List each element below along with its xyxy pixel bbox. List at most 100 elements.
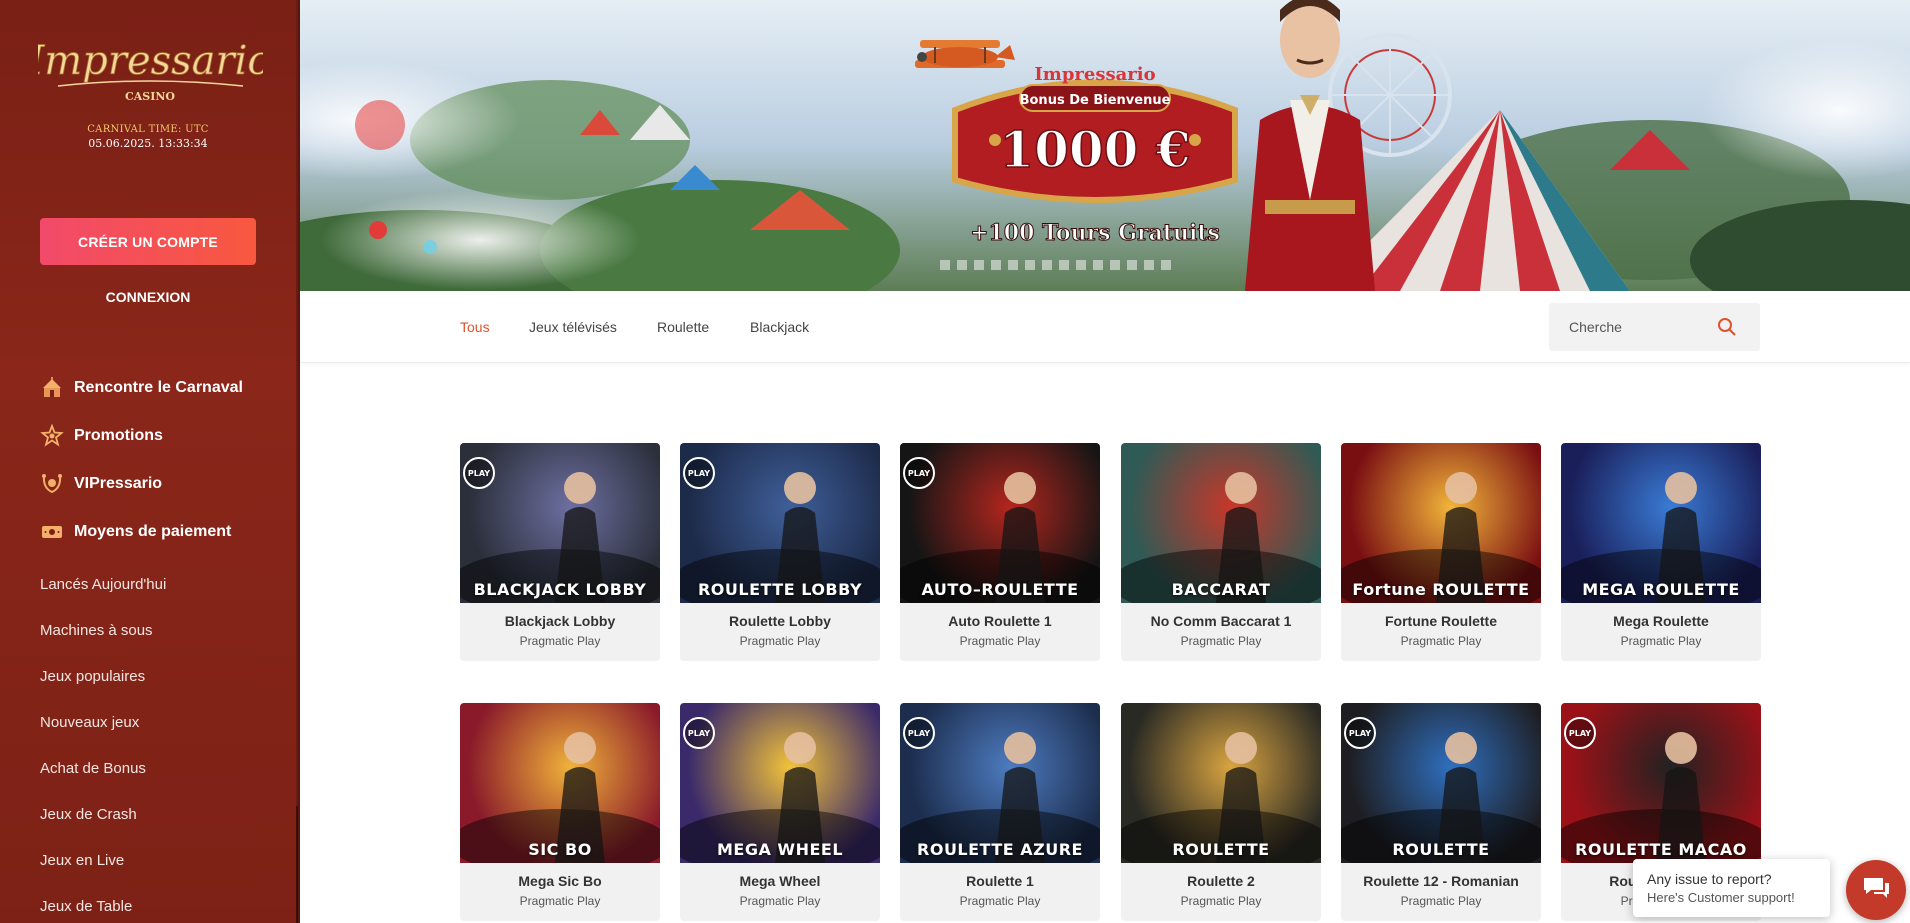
sidebar-item-label: Moyens de paiement xyxy=(74,523,232,540)
game-card[interactable]: PLAY MEGA WHEEL Mega Wheel Pragmatic Play xyxy=(680,703,880,921)
banner-artwork: Impressario Bonus De Bienvenue 1000 € +1… xyxy=(300,0,1910,291)
game-provider: Pragmatic Play xyxy=(739,894,821,908)
search-icon[interactable] xyxy=(1717,317,1737,342)
game-name[interactable]: Mega Wheel xyxy=(680,873,880,889)
game-card[interactable]: PLAY BLACKJACK LOBBY Blackjack Lobby Pragma… xyxy=(460,443,660,661)
game-thumbnail[interactable]: PLAY MEGA WHEEL xyxy=(680,703,880,863)
game-thumbnail[interactable]: PLAY ROULETTE MACAO xyxy=(1561,703,1761,863)
game-artwork xyxy=(1121,732,1321,863)
banner-amount: 1000 € xyxy=(999,120,1190,179)
game-thumbnail-title: ROULETTE xyxy=(1172,840,1270,859)
category-tabs-bar: Tous Jeux télévisés Roulette Blackjack xyxy=(300,291,1910,363)
game-thumbnail[interactable]: BACCARAT xyxy=(1121,443,1321,603)
game-name[interactable]: Mega Roulette xyxy=(1561,613,1761,629)
game-thumbnail[interactable]: Fortune ROULETTE xyxy=(1341,443,1541,603)
sidebar-item-table-games[interactable]: Jeux de Table xyxy=(40,883,280,923)
game-card[interactable]: PLAY ROULETTE LOBBY Roulette Lobby Pragmati… xyxy=(680,443,880,661)
impressario-logo[interactable]: Impressario CASINO xyxy=(38,28,263,106)
star-badge-icon xyxy=(40,424,64,448)
sidebar-item-crash-games[interactable]: Jeux de Crash xyxy=(40,791,280,837)
sidebar-item-carnaval[interactable]: Rencontre le Carnaval xyxy=(40,364,280,412)
banner-extra: +100 Tours Gratuits xyxy=(970,220,1220,246)
sidebar-item-live-games[interactable]: Jeux en Live xyxy=(40,837,280,883)
game-artwork xyxy=(1561,472,1761,603)
game-thumbnail[interactable]: PLAY ROULETTE AZURE xyxy=(900,703,1100,863)
game-thumbnail-title: ROULETTE xyxy=(1392,840,1490,859)
game-name[interactable]: No Comm Baccarat 1 xyxy=(1121,613,1321,629)
game-thumbnail-title: BACCARAT xyxy=(1171,580,1271,599)
game-thumbnail[interactable]: PLAY ROULETTE xyxy=(1341,703,1541,863)
clock-time: 05.06.2025. 13:33:34 xyxy=(88,137,208,150)
sidebar-item-bonus-buy[interactable]: Achat de Bonus xyxy=(40,745,280,791)
game-thumbnail-title: MEGA WHEEL xyxy=(716,840,844,859)
game-card[interactable]: ROULETTE Roulette 2 Pragmatic Play xyxy=(1121,703,1321,921)
game-provider: Pragmatic Play xyxy=(1180,894,1262,908)
game-card[interactable]: PLAY ROULETTE AZURE Roulette 1 Pragmatic Pl… xyxy=(900,703,1100,921)
sidebar-item-slots[interactable]: Machines à sous xyxy=(40,607,280,653)
game-name[interactable]: Mega Sic Bo xyxy=(460,873,660,889)
sidebar-item-payment[interactable]: Moyens de paiement xyxy=(40,508,280,556)
game-thumbnail-title: ROULETTE MACAO xyxy=(1575,840,1747,859)
search-input[interactable] xyxy=(1549,303,1709,351)
support-line-1: Any issue to report? xyxy=(1647,871,1772,887)
game-thumbnail[interactable]: SIC BO xyxy=(460,703,660,863)
create-account-button[interactable]: CRÉER UN COMPTE xyxy=(40,218,256,265)
support-bubble[interactable]: Any issue to report? Here's Customer sup… xyxy=(1633,859,1830,917)
game-provider: Pragmatic Play xyxy=(1400,894,1482,908)
promo-banner[interactable]: Impressario Bonus De Bienvenue 1000 € +1… xyxy=(300,0,1910,291)
game-thumbnail[interactable]: ROULETTE xyxy=(1121,703,1321,863)
game-thumbnail[interactable]: PLAY AUTO–ROULETTE xyxy=(900,443,1100,603)
game-thumbnail[interactable]: PLAY BLACKJACK LOBBY xyxy=(460,443,660,603)
svg-text:Impressario: Impressario xyxy=(38,38,263,84)
play-badge-icon: PLAY xyxy=(1344,717,1376,749)
play-badge-icon: PLAY xyxy=(683,457,715,489)
sidebar-item-label: Promotions xyxy=(74,427,163,444)
tab-jeux-televises[interactable]: Jeux télévisés xyxy=(529,319,617,335)
game-name[interactable]: Blackjack Lobby xyxy=(460,613,660,629)
sidebar-item-popular[interactable]: Jeux populaires xyxy=(40,653,280,699)
game-thumbnail[interactable]: MEGA ROULETTE xyxy=(1561,443,1761,603)
game-thumbnail-title: ROULETTE LOBBY xyxy=(697,580,863,599)
game-provider: Pragmatic Play xyxy=(519,894,601,908)
banner-brand: Impressario xyxy=(1034,64,1155,85)
clock-label: CARNIVAL TIME: UTC xyxy=(87,124,209,135)
game-thumbnail-title: Fortune ROULETTE xyxy=(1352,580,1530,599)
login-link[interactable]: CONNEXION xyxy=(40,289,256,305)
game-thumbnail-title: ROULETTE AZURE xyxy=(917,840,1083,859)
game-card[interactable]: Fortune ROULETTE Fortune Roulette Pragmati… xyxy=(1341,443,1541,661)
sidebar-item-new-games[interactable]: Nouveaux jeux xyxy=(40,699,280,745)
game-provider: Pragmatic Play xyxy=(519,634,601,648)
support-line-2: Here's Customer support! xyxy=(1647,890,1795,905)
game-card[interactable]: SIC BO Mega Sic Bo Pragmatic Play xyxy=(460,703,660,921)
game-thumbnail[interactable]: PLAY ROULETTE LOBBY xyxy=(680,443,880,603)
tab-blackjack[interactable]: Blackjack xyxy=(750,319,809,335)
game-name[interactable]: Roulette 2 xyxy=(1121,873,1321,889)
game-card[interactable]: PLAY ROULETTE Roulette 12 - Romanian Pragma… xyxy=(1341,703,1541,921)
play-badge-icon: PLAY xyxy=(903,717,935,749)
game-thumbnail-title: AUTO–ROULETTE xyxy=(921,580,1079,599)
game-name[interactable]: Roulette 1 xyxy=(900,873,1100,889)
game-provider: Pragmatic Play xyxy=(1620,634,1702,648)
banner-ribbon: Bonus De Bienvenue xyxy=(1020,93,1171,108)
tab-roulette[interactable]: Roulette xyxy=(657,319,709,335)
sidebar-item-promotions[interactable]: Promotions xyxy=(40,412,280,460)
tab-tous[interactable]: Tous xyxy=(460,319,490,335)
game-name[interactable]: Auto Roulette 1 xyxy=(900,613,1100,629)
game-artwork xyxy=(1121,472,1321,603)
game-provider: Pragmatic Play xyxy=(739,634,821,648)
game-name[interactable]: Fortune Roulette xyxy=(1341,613,1541,629)
play-badge-icon: PLAY xyxy=(683,717,715,749)
game-card[interactable]: MEGA ROULETTE Mega Roulette Pragmatic Play xyxy=(1561,443,1761,661)
sidebar-item-label: VIPressario xyxy=(74,475,163,492)
sidebar-item-launched-today[interactable]: Lancés Aujourd'hui xyxy=(40,561,280,607)
game-card[interactable]: BACCARAT No Comm Baccarat 1 Pragmatic Play xyxy=(1121,443,1321,661)
cash-icon xyxy=(40,520,64,544)
game-card[interactable]: PLAY AUTO–ROULETTE Auto Roulette 1 Pragmati… xyxy=(900,443,1100,661)
tent-icon xyxy=(40,376,64,400)
sidebar-item-vip[interactable]: VIPressario xyxy=(40,460,280,508)
sidebar-scrollbar-thumb[interactable] xyxy=(296,806,298,923)
chat-button[interactable] xyxy=(1846,860,1906,920)
sidebar-item-label: Rencontre le Carnaval xyxy=(74,379,243,396)
game-name[interactable]: Roulette 12 - Romanian xyxy=(1341,873,1541,889)
game-name[interactable]: Roulette Lobby xyxy=(680,613,880,629)
